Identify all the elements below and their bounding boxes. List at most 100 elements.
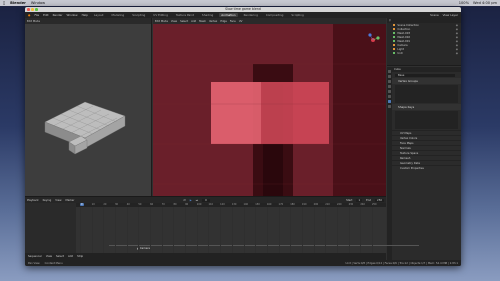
object-tab-icon[interactable] — [388, 90, 391, 93]
menu-add[interactable]: Add — [68, 255, 73, 258]
menu-select[interactable]: Select — [180, 20, 188, 23]
end-label: End — [366, 198, 372, 202]
window-menu[interactable]: Window — [31, 1, 45, 5]
eye-icon[interactable]: ◉ — [456, 40, 458, 43]
tab-shading[interactable]: Shading — [200, 13, 215, 17]
properties-panel: Cube Base Vertex Groups Shape Keys UV Ma… — [387, 67, 461, 266]
menu-render[interactable]: Render — [53, 13, 63, 17]
eye-icon[interactable]: ◉ — [456, 44, 458, 47]
frame-tick-label: 30 — [115, 203, 119, 206]
menu-window[interactable]: Window — [67, 13, 78, 17]
start-label: Start — [346, 198, 353, 202]
render-tab-icon[interactable] — [388, 75, 391, 78]
blender-window: Slow time game blend ● File Edit Render … — [25, 7, 461, 266]
frame-tick-label: 100 — [196, 203, 202, 206]
view-layer-selector[interactable]: View Layer — [443, 13, 458, 17]
tab-compositing[interactable]: Compositing — [264, 13, 286, 17]
maximize-window-icon[interactable] — [35, 8, 38, 11]
sequencer-editor-label[interactable]: Sequencer — [28, 255, 42, 258]
hint-context-menu: Context Menu — [44, 261, 63, 265]
play-icon[interactable]: ▶ — [190, 199, 192, 202]
minimize-window-icon[interactable] — [31, 8, 34, 11]
frame-gridline — [290, 207, 292, 253]
outliner-item[interactable]: Unit ◉ — [387, 51, 461, 55]
data-name-field[interactable]: Base — [395, 73, 455, 77]
scene-selector[interactable]: Scene — [430, 13, 439, 17]
scene-tab-icon[interactable] — [388, 85, 391, 88]
menu-add[interactable]: Add — [191, 20, 196, 23]
shape-keys-list[interactable] — [395, 111, 458, 129]
jump-start-icon[interactable]: ⏮ — [183, 199, 185, 202]
start-frame-field[interactable]: 1 — [356, 198, 363, 202]
tab-animation[interactable]: Animation — [219, 13, 238, 17]
frame-gridline — [372, 207, 373, 253]
close-window-icon[interactable] — [27, 8, 30, 11]
section-shape-keys[interactable]: Shape Keys — [392, 104, 461, 110]
frame-tick-label: 190 — [301, 203, 307, 206]
viewport-3d-left[interactable]: Edit Mode — [25, 18, 152, 196]
menu-edge[interactable]: Edge — [220, 20, 227, 23]
frame-gridline — [126, 207, 128, 253]
mesh-data-tab-icon[interactable] — [388, 100, 391, 103]
eye-icon[interactable]: ◉ — [456, 32, 458, 35]
menu-strip[interactable]: Strip — [77, 255, 83, 258]
menu-keying[interactable]: Keying — [43, 199, 52, 202]
frame-gridline — [243, 207, 245, 253]
menu-view[interactable]: View — [46, 255, 52, 258]
menu-help[interactable]: Help — [82, 13, 88, 17]
frame-gridline — [115, 207, 117, 253]
jump-end-icon[interactable]: ⏭ — [196, 199, 198, 202]
eye-icon[interactable]: ◉ — [456, 24, 458, 27]
tab-sculpting[interactable]: Sculpting — [130, 13, 147, 17]
tab-texture-paint[interactable]: Texture Paint — [174, 13, 196, 17]
menu-playback[interactable]: Playback — [27, 199, 39, 202]
sequencer-header: Sequencer View Select Add Strip — [25, 253, 386, 260]
search-icon[interactable]: ⚲ — [389, 19, 391, 22]
mode-selector[interactable]: Edit Mode — [27, 20, 40, 23]
eye-icon[interactable]: ◉ — [456, 52, 458, 55]
eye-icon[interactable]: ◉ — [456, 28, 458, 31]
menu-select[interactable]: Select — [56, 255, 64, 258]
frame-gridline — [360, 207, 362, 253]
frame-tick-label: 140 — [243, 203, 249, 206]
tab-scripting[interactable]: Scripting — [289, 13, 305, 17]
menu-view[interactable]: View — [55, 199, 61, 202]
scene-statistics: Unit | Verts:0/8 | Edges:0/12 | Faces:0/… — [345, 261, 458, 265]
frame-tick-label: 170 — [278, 203, 284, 206]
viewport-3d-camera[interactable]: Edit Mode View Select Add Mesh Vertex Ed… — [153, 18, 386, 196]
current-frame-field[interactable]: 0 — [202, 198, 210, 202]
menu-view[interactable]: View — [171, 20, 177, 23]
navigation-gizmo[interactable] — [363, 30, 383, 50]
menu-edit[interactable]: Edit — [43, 13, 48, 17]
modifier-tab-icon[interactable] — [388, 95, 391, 98]
eye-icon[interactable]: ◉ — [456, 48, 458, 51]
output-tab-icon[interactable] — [388, 80, 391, 83]
menu-marker[interactable]: Marker — [65, 199, 74, 202]
frame-tick-label: 120 — [220, 203, 225, 206]
material-tab-icon[interactable] — [388, 105, 391, 108]
frame-gridline — [91, 207, 93, 253]
section-vertex-groups[interactable]: Vertex Groups — [392, 78, 461, 84]
menu-uv[interactable]: UV — [239, 20, 243, 23]
eye-icon[interactable]: ◉ — [456, 36, 458, 39]
frame-tick-label: 150 — [255, 203, 260, 206]
apple-icon[interactable]:  — [3, 1, 5, 5]
vertex-groups-list[interactable] — [395, 85, 458, 103]
end-frame-field[interactable]: 250 — [375, 198, 384, 202]
app-menu[interactable]: Blender — [10, 1, 26, 5]
menu-vertex[interactable]: Vertex — [209, 20, 217, 23]
blender-logo-icon[interactable]: ● — [28, 13, 30, 17]
tab-rendering[interactable]: Rendering — [242, 13, 260, 17]
frame-gridline — [255, 207, 257, 253]
section-custom-properties[interactable]: Custom Properties — [392, 165, 461, 170]
menu-file[interactable]: File — [34, 13, 39, 17]
frame-tick-label: 110 — [208, 203, 214, 206]
menu-face[interactable]: Face — [230, 20, 236, 23]
menu-mesh[interactable]: Mesh — [199, 20, 206, 23]
tab-layout[interactable]: Layout — [92, 13, 106, 17]
mode-selector[interactable]: Edit Mode — [155, 20, 168, 23]
tool-tab-icon[interactable] — [388, 70, 391, 73]
frame-gridline — [278, 207, 280, 253]
tab-modeling[interactable]: Modeling — [109, 13, 126, 17]
tab-uv-editing[interactable]: UV Editing — [151, 13, 170, 17]
